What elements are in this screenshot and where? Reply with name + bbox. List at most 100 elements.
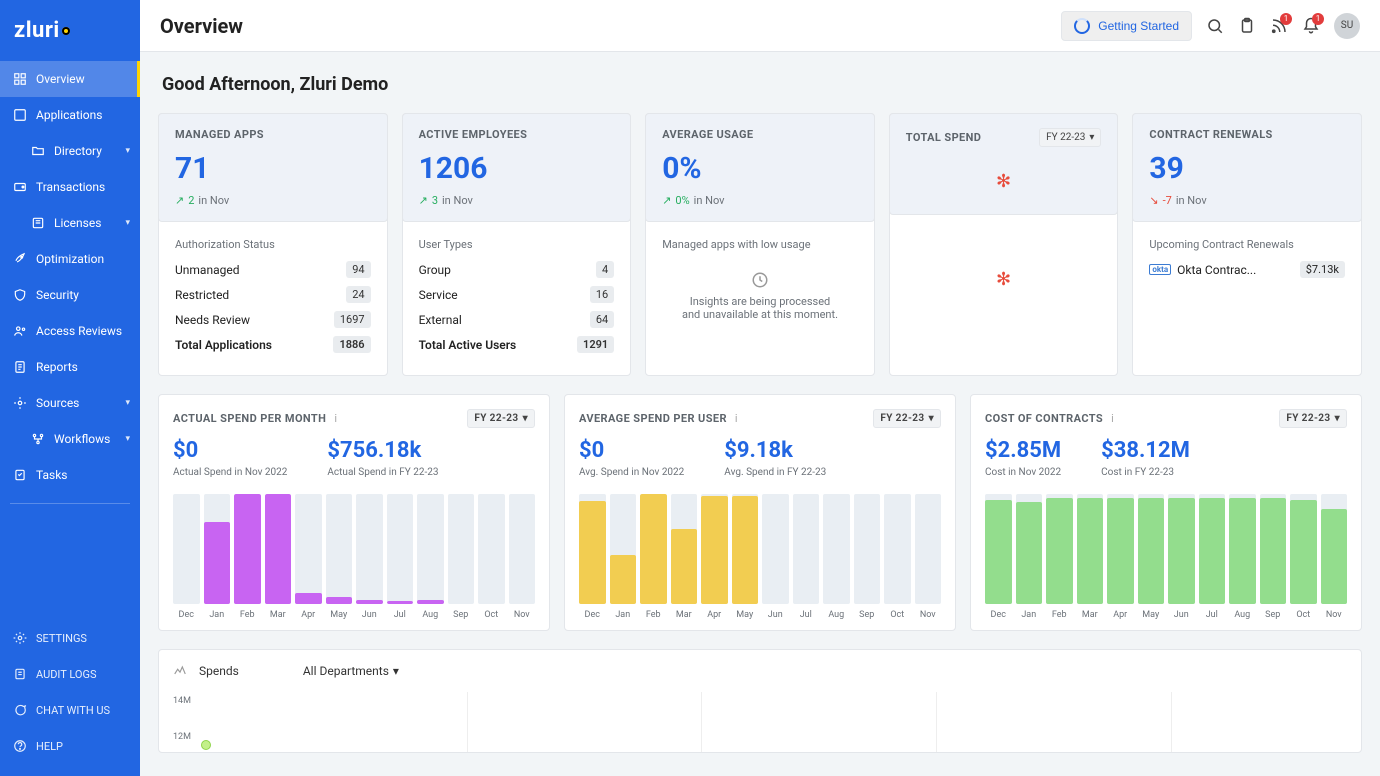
bar-label: Mar <box>270 610 286 620</box>
chevron-down-icon: ▾ <box>393 664 399 678</box>
chart-metric-sub: Actual Spend in Nov 2022 <box>173 467 287 478</box>
sidebar-separator <box>10 503 130 504</box>
sidebar-item-workflows[interactable]: Workflows▾ <box>0 421 140 457</box>
fy-selector[interactable]: FY 22-23▾ <box>1279 409 1347 428</box>
bar-column: Feb <box>640 494 667 620</box>
bar-track <box>884 494 911 604</box>
chart-avg-spend: AVERAGE SPEND PER USER i FY 22-23▾ $0Avg… <box>564 394 956 631</box>
sidebar-item-label: SETTINGS <box>36 632 87 645</box>
row-label: Restricted <box>175 288 229 302</box>
bar-fill <box>1046 498 1073 604</box>
sidebar-item-sources[interactable]: Sources▾ <box>0 385 140 421</box>
bar-track <box>854 494 881 604</box>
bar-label: Apr <box>1113 610 1127 620</box>
bar-track <box>234 494 261 604</box>
bar-track <box>610 494 637 604</box>
chart-title: COST OF CONTRACTS <box>985 412 1103 425</box>
list-item[interactable]: Restricted24 <box>175 286 371 303</box>
sidebar-item-directory[interactable]: Directory▾ <box>0 133 140 169</box>
bar-label: Dec <box>585 610 600 620</box>
sidebar-item-label: CHAT WITH US <box>36 704 110 717</box>
trend-up-icon: ↗ <box>419 194 428 207</box>
bar-track <box>1199 494 1226 604</box>
kpi-row: MANAGED APPS 71 ↗ 2 in Nov Authorization… <box>158 113 1362 376</box>
bar-fill <box>701 496 728 604</box>
kpi-delta: ↗ 0% in Nov <box>662 194 858 207</box>
bar-fill <box>985 500 1012 605</box>
sidebar-item-help[interactable]: HELP <box>0 728 140 764</box>
fy-selector[interactable]: FY 22-23▾ <box>873 409 941 428</box>
data-point-icon <box>201 740 211 750</box>
kpi-value: 39 <box>1149 151 1345 186</box>
task-icon <box>12 467 28 483</box>
okta-logo-icon: okta <box>1149 264 1171 275</box>
list-item[interactable]: Unmanaged94 <box>175 261 371 278</box>
spends-card: Spends All Departments ▾ 14M 12M <box>158 649 1362 753</box>
list-item[interactable]: Service16 <box>419 286 615 303</box>
contract-item[interactable]: oktaOkta Contrac...$7.13k <box>1149 261 1345 278</box>
fy-chip-label: FY 22-23 <box>474 413 518 424</box>
bell-icon[interactable]: 1 <box>1302 17 1320 35</box>
sidebar-item-access-reviews[interactable]: Access Reviews <box>0 313 140 349</box>
fy-selector[interactable]: FY 22-23 ▾ <box>1039 128 1101 147</box>
sidebar-item-chat[interactable]: CHAT WITH US <box>0 692 140 728</box>
search-icon[interactable] <box>1206 17 1224 35</box>
bar-label: Apr <box>707 610 721 620</box>
list-item[interactable]: External 64 <box>419 311 615 328</box>
kpi-delta: ↘ -7 in Nov <box>1149 194 1345 207</box>
sidebar-item-tasks[interactable]: Tasks <box>0 457 140 493</box>
sidebar-item-transactions[interactable]: Transactions <box>0 169 140 205</box>
clipboard-icon[interactable] <box>1238 17 1256 35</box>
bar-column: May <box>1138 494 1165 620</box>
feed-icon[interactable]: 1 <box>1270 17 1288 35</box>
row-label: Total Applications <box>175 338 272 352</box>
bar-fill <box>204 522 231 605</box>
row-label: Service <box>419 288 458 302</box>
bar-column: Dec <box>173 494 200 620</box>
sidebar-item-settings[interactable]: SETTINGS <box>0 620 140 656</box>
chevron-down-icon: ▾ <box>523 413 528 424</box>
bar-track <box>640 494 667 604</box>
bar-track <box>417 494 444 604</box>
avatar[interactable]: SU <box>1334 13 1360 39</box>
kpi-average-usage: AVERAGE USAGE 0% ↗ 0% in Nov Managed app… <box>645 113 875 376</box>
info-icon[interactable]: i <box>334 412 337 425</box>
access-icon <box>12 323 28 339</box>
chart-metric: $0 <box>579 438 684 463</box>
list-item: Total Active Users1291 <box>419 336 615 353</box>
bar-column: Apr <box>701 494 728 620</box>
sidebar-item-auditlogs[interactable]: AUDIT LOGS <box>0 656 140 692</box>
trend-up-icon: ↗ <box>175 194 184 207</box>
bar-chart: DecJanFebMarAprMayJunJulAugSepOctNov <box>173 490 535 620</box>
department-filter[interactable]: All Departments ▾ <box>303 664 399 678</box>
bar-column: Jun <box>762 494 789 620</box>
bar-fill <box>326 597 353 604</box>
chart-actual-spend: ACTUAL SPEND PER MONTH i FY 22-23▾ $0Act… <box>158 394 550 631</box>
sidebar-item-reports[interactable]: Reports <box>0 349 140 385</box>
sidebar-footer: SETTINGS AUDIT LOGS CHAT WITH US HELP <box>0 620 140 776</box>
bar-track <box>356 494 383 604</box>
sidebar-item-security[interactable]: Security <box>0 277 140 313</box>
bar-track <box>1168 494 1195 604</box>
kpi-delta-period: in Nov <box>442 194 473 207</box>
sidebar-item-optimization[interactable]: Optimization <box>0 241 140 277</box>
row-badge: 64 <box>590 311 614 328</box>
sidebar-item-overview[interactable]: Overview <box>0 61 140 97</box>
bar-label: Dec <box>179 610 194 620</box>
fy-selector[interactable]: FY 22-23 ▾ <box>467 409 535 428</box>
bar-fill <box>671 529 698 604</box>
kpi-total-spend: TOTAL SPEND FY 22-23 ▾ <box>889 113 1119 376</box>
row-badge: 4 <box>596 261 614 278</box>
kpi-managed-apps: MANAGED APPS 71 ↗ 2 in Nov Authorization… <box>158 113 388 376</box>
bar-track <box>1077 494 1104 604</box>
info-icon[interactable]: i <box>735 412 738 425</box>
info-icon[interactable]: i <box>1111 412 1114 425</box>
bar-track <box>1138 494 1165 604</box>
list-item[interactable]: Needs Review1697 <box>175 311 371 328</box>
sidebar-item-licenses[interactable]: Licenses▾ <box>0 205 140 241</box>
getting-started-button[interactable]: Getting Started <box>1061 11 1192 41</box>
row-label: External <box>419 313 462 327</box>
sidebar-item-applications[interactable]: Applications <box>0 97 140 133</box>
list-item[interactable]: Group4 <box>419 261 615 278</box>
sidebar-item-label: Licenses <box>54 216 101 230</box>
